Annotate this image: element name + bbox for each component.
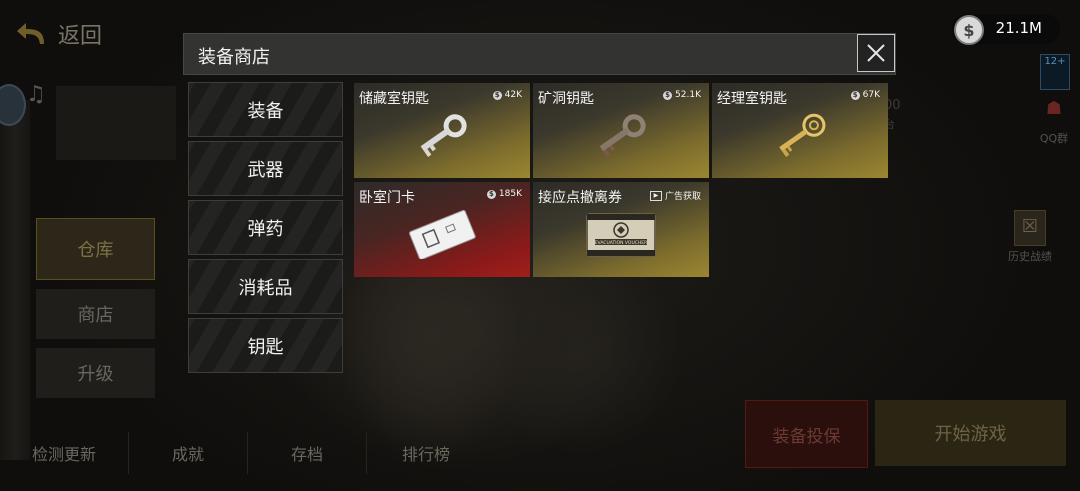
item-name: 接应点撤离券 (538, 190, 622, 206)
shop-item-evacuation-voucher[interactable]: 接应点撤离券 ▶ 广告获取 EVACUATION VOUCHER (533, 182, 709, 277)
item-price: $ 52.1K (663, 90, 701, 100)
shop-title: 装备商店 (198, 47, 270, 68)
shop-title-bar: 装备商店 (183, 33, 896, 75)
bottom-menu: 检测更新 成就 存档 排行榜 (0, 432, 485, 474)
profile-panel (56, 86, 176, 160)
voucher-text: EVACUATION VOUCHER (595, 240, 648, 246)
item-name: 卧室门卡 (359, 190, 415, 206)
shop-item-manager-key[interactable]: 经理室钥匙 $ 67K (712, 83, 888, 178)
item-price: $ 185K (486, 189, 522, 199)
category-weapons[interactable]: 武器 (188, 141, 343, 196)
qq-icon[interactable]: ☗ (1040, 98, 1068, 128)
item-price: $ 67K (850, 90, 880, 100)
back-button[interactable]: 返回 (14, 18, 102, 50)
item-name: 经理室钥匙 (717, 91, 787, 107)
item-name: 矿洞钥匙 (538, 91, 594, 107)
coin-icon: $ (850, 90, 860, 100)
silver-key-icon (420, 114, 467, 158)
rusty-key-icon (599, 114, 646, 158)
leaderboard-button[interactable]: 排行榜 (367, 432, 485, 474)
price-value: 广告获取 (664, 192, 701, 202)
category-keys[interactable]: 钥匙 (188, 318, 343, 373)
coin-icon: $ (663, 90, 673, 100)
evacuation-voucher-icon: EVACUATION VOUCHER (586, 213, 656, 258)
left-rail (0, 100, 30, 460)
achievements-button[interactable]: 成就 (129, 432, 248, 474)
coin-icon: $ (486, 189, 496, 199)
coin-icon: $ (954, 15, 984, 45)
shop-button[interactable]: 商店 (36, 289, 155, 339)
equipment-insurance-button[interactable]: 装备投保 (745, 400, 868, 468)
currency-display: $ 21.1M (952, 14, 1060, 45)
save-button[interactable]: 存档 (248, 432, 367, 474)
coin-icon: $ (492, 90, 502, 100)
ad-video-icon: ▶ (649, 190, 662, 201)
history-label: 历史战绩 (1008, 250, 1052, 263)
check-update-button[interactable]: 检测更新 (0, 432, 129, 474)
upgrade-button[interactable]: 升级 (36, 348, 155, 398)
price-value: 185K (498, 189, 522, 199)
history-scroll-icon[interactable]: ☒ (1014, 210, 1046, 246)
category-ammo[interactable]: 弹药 (188, 200, 343, 255)
music-icon[interactable]: ♫ (26, 82, 46, 107)
age-rating-badge: 12+ (1040, 54, 1070, 90)
price-value: 42K (504, 90, 522, 100)
category-equipment[interactable]: 装备 (188, 82, 343, 137)
close-button[interactable] (857, 34, 895, 72)
item-name: 储藏室钥匙 (359, 91, 429, 107)
keycard-icon (409, 210, 476, 260)
start-game-button[interactable]: 开始游戏 (875, 400, 1066, 466)
item-price: $ 42K (492, 90, 522, 100)
close-icon (867, 44, 885, 62)
shop-item-storage-key[interactable]: 储藏室钥匙 $ 42K (354, 83, 530, 178)
price-value: 67K (862, 90, 880, 100)
category-consumables[interactable]: 消耗品 (188, 259, 343, 314)
price-value: 52.1K (675, 90, 701, 100)
shop-item-mine-key[interactable]: 矿洞钥匙 $ 52.1K (533, 83, 709, 178)
warehouse-button[interactable]: 仓库 (36, 218, 155, 280)
gold-key-icon (779, 113, 826, 158)
shop-item-bedroom-keycard[interactable]: 卧室门卡 $ 185K (354, 182, 530, 277)
qq-group-label: QQ群 (1039, 132, 1069, 145)
back-label: 返回 (58, 24, 103, 49)
item-price: ▶ 广告获取 (649, 189, 701, 202)
back-arrow-icon (17, 23, 44, 44)
currency-amount: 21.1M (995, 19, 1042, 37)
